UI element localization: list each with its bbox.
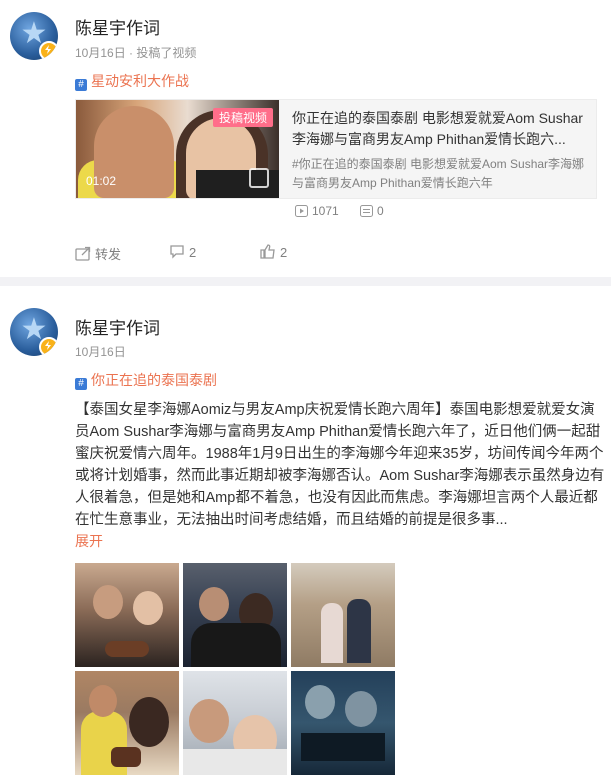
video-description: #你正在追的泰国泰剧 电影想爱就爱Aom Sushar李海娜与富商男友Amp P… [292, 157, 585, 190]
like-icon [260, 244, 275, 259]
author-name[interactable]: 陈星宇作词 [75, 314, 160, 339]
topic-link[interactable]: # 你正在追的泰国泰剧 [75, 370, 217, 390]
photo-2[interactable] [183, 563, 287, 667]
topic-hash-icon: # [75, 79, 87, 91]
photo-4[interactable] [75, 671, 179, 775]
video-card[interactable]: 投稿视频 01:02 你正在追的泰国泰剧 电影想爱就爱Aom Sushar李海娜… [75, 99, 597, 199]
avatar[interactable]: ★ [10, 12, 58, 60]
verified-badge-icon [39, 41, 58, 60]
comment-count: 0 [377, 204, 384, 218]
photo-6[interactable] [291, 671, 395, 775]
author-name[interactable]: 陈星宇作词 [75, 14, 160, 39]
comment-count-icon [360, 205, 374, 217]
post-body: 【泰国女星李海娜Aomiz与男友Amp庆祝爱情长跑六周年】泰国电影想爱就爱女演员… [75, 402, 605, 528]
video-duration: 01:02 [86, 174, 117, 188]
post-date: 10月16日 [75, 345, 126, 359]
photo-1[interactable] [75, 563, 179, 667]
topic-label: 星动安利大作战 [91, 73, 189, 89]
video-tag: 投稿视频 [212, 108, 273, 127]
video-title[interactable]: 你正在追的泰国泰剧 电影想爱就爱Aom Sushar李海娜与富商男友Amp Ph… [292, 108, 586, 150]
expand-link[interactable]: 展开 [75, 531, 103, 551]
video-thumbnail[interactable]: 投稿视频 01:02 [76, 100, 279, 198]
topic-label: 你正在追的泰国泰剧 [91, 372, 217, 388]
repost-label: 转发 [95, 247, 122, 262]
comment-icon [170, 245, 184, 259]
comment-button[interactable]: 2 [169, 244, 196, 260]
weibo-post-video: ★ 陈星宇作词 10月16日 · 投稿了视频 # 星动安利大作战 投稿视频 01:… [0, 0, 611, 277]
verified-badge-icon [39, 337, 58, 356]
repost-button[interactable]: 转发 [75, 244, 121, 263]
photo-3[interactable] [291, 563, 395, 667]
avatar[interactable]: ★ [10, 308, 58, 356]
like-button[interactable]: 2 [260, 244, 287, 260]
like-count-label: 2 [280, 245, 288, 260]
play-count: 1071 [312, 204, 339, 218]
post-meta: 10月16日 · 投稿了视频 [75, 46, 197, 60]
repost-icon [75, 246, 91, 261]
comment-count-label: 2 [189, 245, 197, 260]
photo-5[interactable] [183, 671, 287, 775]
topic-link[interactable]: # 星动安利大作战 [75, 71, 189, 91]
play-icon [249, 168, 269, 188]
topic-hash-icon: # [75, 378, 87, 390]
video-stats: 1071 0 [295, 204, 402, 218]
play-count-icon [295, 205, 308, 217]
post-separator [0, 277, 611, 286]
